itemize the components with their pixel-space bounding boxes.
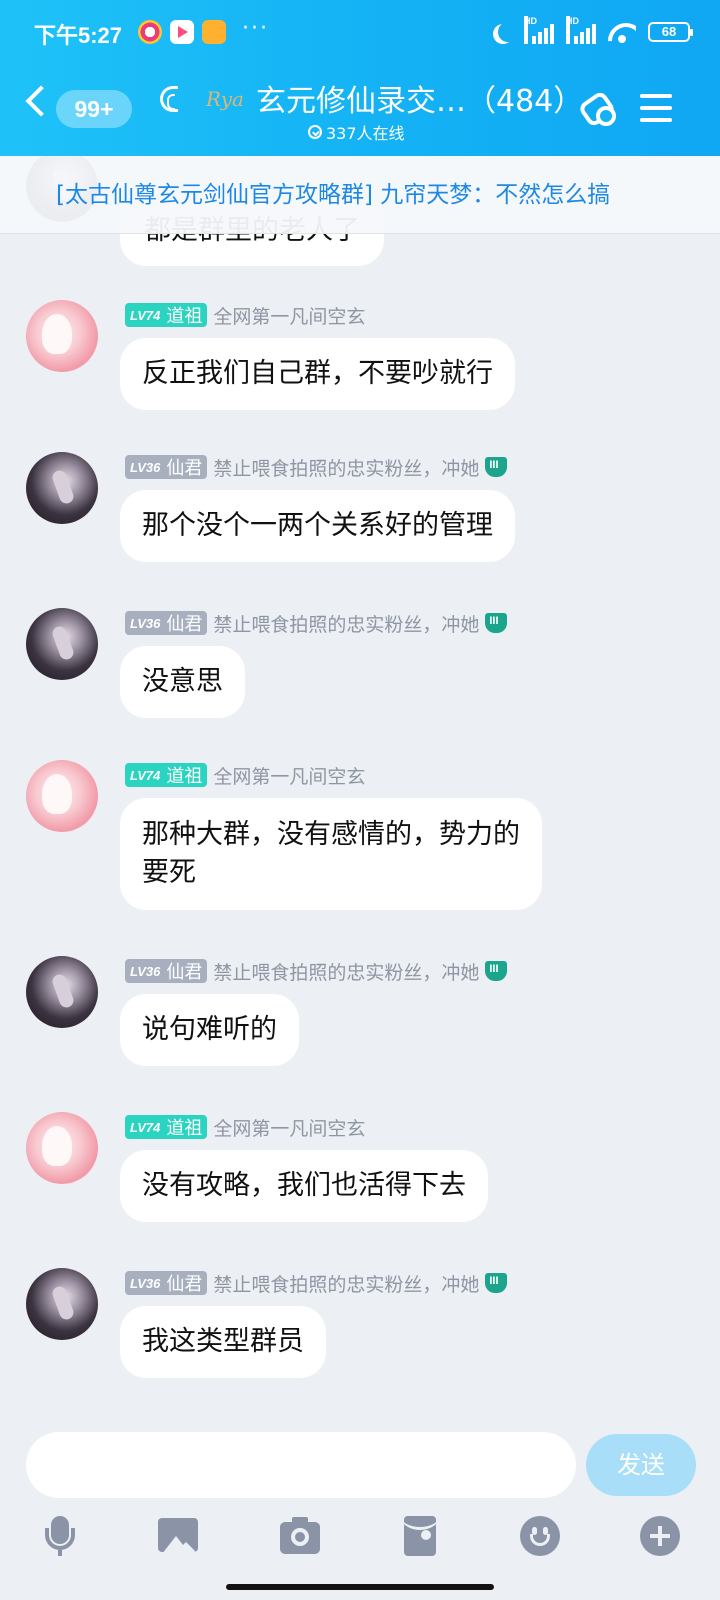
video-app-icon bbox=[170, 20, 194, 44]
message-bubble[interactable]: 没有攻略，我们也活得下去 bbox=[120, 1150, 488, 1222]
avatar[interactable] bbox=[26, 608, 98, 680]
message-bubble[interactable]: 那种大群，没有感情的，势力的 要死 bbox=[120, 798, 542, 910]
home-indicator[interactable] bbox=[226, 1584, 494, 1590]
message-meta: LV74 道祖 全网第一凡间空玄 bbox=[125, 1114, 365, 1140]
chat-area[interactable]: 都是群里的老人了 LV74 道祖 全网第一凡间空玄 反正我们自己群，不要吵就行 … bbox=[0, 0, 720, 1600]
level-number: LV74 bbox=[130, 307, 161, 323]
sender-nickname[interactable]: 全网第一凡间空玄 bbox=[213, 302, 365, 329]
message-text: 没有攻略，我们也活得下去 bbox=[142, 1170, 466, 1201]
level-number: LV36 bbox=[130, 459, 161, 475]
avatar[interactable] bbox=[26, 1268, 98, 1340]
message-text: 要死 bbox=[142, 857, 196, 888]
battery-icon: 68 bbox=[648, 22, 693, 42]
level-number: LV74 bbox=[130, 1119, 161, 1135]
shield-icon bbox=[485, 961, 508, 981]
status-bar: 下午5:27 ··· HD HD 68 bbox=[0, 0, 720, 64]
level-rank: 道祖 bbox=[166, 766, 203, 787]
message-text: 说句难听的 bbox=[142, 1014, 277, 1045]
group-logo: Rya bbox=[206, 87, 244, 111]
group-title[interactable]: 玄元修仙录交…（484） bbox=[256, 76, 583, 120]
app-notification-icon bbox=[138, 20, 162, 44]
header: 下午5:27 ··· HD HD 68 99+ Rya 玄元修仙录交…（484）… bbox=[0, 0, 720, 156]
message-bubble[interactable]: 那个没个一两个关系好的管理 bbox=[120, 490, 515, 562]
notice-bar[interactable]: [太古仙尊玄元剑仙官方攻略群] 九帘天梦：不然怎么搞 bbox=[0, 156, 720, 234]
level-number: LV36 bbox=[130, 963, 161, 979]
message-bubble[interactable]: 没意思 bbox=[120, 646, 245, 718]
signal-icon: HD bbox=[524, 16, 554, 44]
sender-nickname[interactable]: 禁止喂食拍照的忠实粉丝，冲她 bbox=[213, 454, 479, 481]
menu-icon[interactable] bbox=[640, 94, 672, 122]
level-rank: 仙君 bbox=[166, 1274, 203, 1295]
message-text: 那种大群，没有感情的，势力的 bbox=[142, 819, 520, 850]
avatar[interactable] bbox=[26, 956, 98, 1028]
shield-icon bbox=[485, 1273, 508, 1293]
message-meta: LV74 道祖 全网第一凡间空玄 bbox=[125, 302, 365, 328]
online-status-icon bbox=[308, 125, 322, 139]
message-meta: LV36 仙君 禁止喂食拍照的忠实粉丝，冲她 bbox=[125, 958, 508, 985]
level-number: LV36 bbox=[130, 1275, 161, 1291]
sender-nickname[interactable]: 禁止喂食拍照的忠实粉丝，冲她 bbox=[213, 610, 479, 637]
red-packet-icon[interactable] bbox=[398, 1514, 442, 1558]
level-badge: LV74 道祖 bbox=[125, 763, 208, 787]
level-badge: LV36 仙君 bbox=[125, 1271, 208, 1295]
level-number: LV36 bbox=[130, 615, 161, 631]
notice-text: [太古仙尊玄元剑仙官方攻略群] 九帘天梦：不然怎么搞 bbox=[56, 182, 611, 208]
sender-nickname[interactable]: 禁止喂食拍照的忠实粉丝，冲她 bbox=[213, 1270, 479, 1297]
message-text: 反正我们自己群，不要吵就行 bbox=[142, 358, 493, 389]
online-count[interactable]: 337人在线 bbox=[308, 120, 405, 144]
level-number: LV74 bbox=[130, 767, 161, 783]
moon-icon bbox=[498, 22, 518, 42]
message-bubble[interactable]: 我这类型群员 bbox=[120, 1306, 326, 1378]
status-right: HD HD 68 bbox=[492, 16, 693, 46]
sender-nickname[interactable]: 禁止喂食拍照的忠实粉丝，冲她 bbox=[213, 958, 479, 985]
sender-nickname[interactable]: 全网第一凡间空玄 bbox=[213, 762, 365, 789]
level-rank: 仙君 bbox=[166, 614, 203, 635]
level-rank: 仙君 bbox=[166, 962, 203, 983]
unread-count-badge[interactable]: 99+ bbox=[56, 90, 132, 128]
avatar[interactable] bbox=[26, 760, 98, 832]
input-toolbar bbox=[0, 1508, 720, 1564]
level-badge: LV74 道祖 bbox=[125, 1115, 208, 1139]
message-text: 我这类型群员 bbox=[142, 1326, 304, 1357]
message-bubble[interactable]: 反正我们自己群，不要吵就行 bbox=[120, 338, 515, 410]
message-bubble[interactable]: 说句难听的 bbox=[120, 994, 299, 1066]
nav-bar: 99+ Rya 玄元修仙录交…（484） 337人在线 bbox=[0, 64, 720, 156]
message-input[interactable] bbox=[26, 1432, 576, 1498]
level-rank: 仙君 bbox=[166, 458, 203, 479]
level-badge: LV36 仙君 bbox=[125, 959, 208, 983]
image-icon[interactable] bbox=[156, 1514, 200, 1558]
sender-nickname[interactable]: 全网第一凡间空玄 bbox=[213, 1114, 365, 1141]
game-app-icon bbox=[202, 20, 226, 44]
emoji-icon[interactable] bbox=[518, 1514, 562, 1558]
status-time: 下午5:27 bbox=[34, 23, 123, 48]
avatar[interactable] bbox=[26, 1112, 98, 1184]
level-badge: LV36 仙君 bbox=[125, 611, 208, 635]
group-call-icon[interactable] bbox=[577, 89, 620, 130]
level-rank: 道祖 bbox=[166, 1118, 203, 1139]
shield-icon bbox=[485, 613, 508, 633]
message-text: 没意思 bbox=[142, 666, 223, 697]
message-meta: LV36 仙君 禁止喂食拍照的忠实粉丝，冲她 bbox=[125, 1270, 508, 1297]
mic-icon[interactable] bbox=[38, 1514, 82, 1558]
avatar[interactable] bbox=[26, 452, 98, 524]
message-meta: LV74 道祖 全网第一凡间空玄 bbox=[125, 762, 365, 788]
message-meta: LV36 仙君 禁止喂食拍照的忠实粉丝，冲她 bbox=[125, 454, 508, 481]
wifi-icon bbox=[608, 21, 636, 43]
signal-icon: HD bbox=[566, 16, 596, 44]
camera-icon[interactable] bbox=[278, 1514, 322, 1558]
plus-icon[interactable] bbox=[638, 1514, 682, 1558]
avatar[interactable] bbox=[26, 300, 98, 372]
send-button[interactable]: 发送 bbox=[586, 1434, 696, 1496]
shield-icon bbox=[485, 457, 508, 477]
online-text: 337人在线 bbox=[326, 124, 405, 143]
message-text: 那个没个一两个关系好的管理 bbox=[142, 510, 493, 541]
message-meta: LV36 仙君 禁止喂食拍照的忠实粉丝，冲她 bbox=[125, 610, 508, 637]
more-notifications-icon: ··· bbox=[242, 16, 269, 41]
back-chevron-icon[interactable] bbox=[25, 85, 57, 117]
earpiece-mode-icon[interactable] bbox=[160, 86, 178, 112]
level-badge: LV36 仙君 bbox=[125, 455, 208, 479]
level-rank: 道祖 bbox=[166, 306, 203, 327]
level-badge: LV74 道祖 bbox=[125, 303, 208, 327]
